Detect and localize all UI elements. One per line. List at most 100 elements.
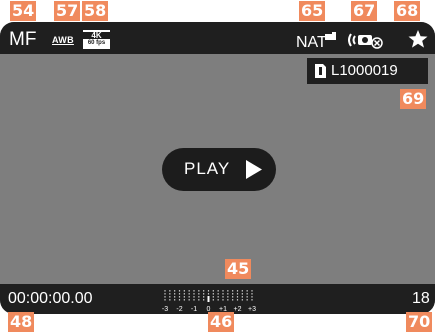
scale-tick	[203, 293, 205, 295]
scale-tick	[227, 290, 229, 292]
scale-tick	[217, 293, 219, 295]
scale-label: +3	[248, 306, 256, 313]
frame-rate-label: 60 fps	[83, 39, 110, 47]
scale-tick	[178, 299, 181, 301]
film-style-icon	[325, 32, 336, 40]
memory-card-slot-icon	[315, 64, 326, 78]
scale-tick	[236, 296, 239, 298]
scale-tick	[169, 293, 171, 295]
scale-tick	[174, 299, 176, 301]
scale-tick	[164, 299, 166, 301]
scale-tick	[193, 296, 195, 298]
play-button[interactable]: PLAY	[162, 148, 276, 191]
scale-tick	[251, 293, 253, 295]
play-triangle-icon	[246, 160, 262, 179]
scale-label: -2	[176, 306, 182, 313]
scale-tick	[178, 290, 181, 292]
file-info-box: L1000019	[307, 58, 428, 84]
scale-tick	[232, 299, 234, 301]
scale-tick	[217, 299, 219, 301]
scale-tick	[217, 296, 219, 298]
video-resolution-indicator: 4K 60 fps	[83, 30, 110, 49]
scale-tick	[217, 290, 219, 292]
exposure-indicator	[207, 296, 210, 302]
scale-tick	[203, 290, 205, 292]
top-status-bar: MF AWB 4K 60 fps NAT	[0, 22, 435, 54]
scale-tick	[198, 299, 200, 301]
scale-tick	[246, 293, 248, 295]
exposure-scale: -3 -2 -1 0 +1 +2 +3	[162, 290, 256, 313]
scale-tick	[232, 290, 234, 292]
film-style-indicator: NAT	[296, 34, 327, 51]
white-balance-indicator: AWB	[52, 35, 74, 45]
scale-tick	[212, 296, 214, 298]
callout-48: 48	[8, 312, 35, 332]
scale-tick	[164, 293, 166, 295]
timecode: 00:00:00.00	[8, 290, 93, 307]
callout-57: 57	[54, 1, 81, 21]
scale-tick	[241, 293, 243, 295]
scale-tick	[227, 296, 229, 298]
scale-tick	[164, 290, 166, 292]
scale-tick	[178, 296, 181, 298]
bottom-status-bar: 00:00:00.00 -3 -2 -1 0 +1 +2 +3 18	[0, 284, 435, 314]
scale-tick	[227, 293, 229, 295]
scale-label: -3	[162, 306, 168, 313]
scale-tick	[251, 296, 253, 298]
scale-tick	[212, 290, 214, 292]
callout-67: 67	[351, 1, 378, 21]
scale-tick	[183, 299, 185, 301]
callout-46: 46	[208, 312, 235, 332]
clip-count: 18	[412, 290, 430, 307]
scale-tick	[246, 290, 248, 292]
callout-54: 54	[10, 1, 37, 21]
scale-tick	[198, 290, 200, 292]
scale-label: +2	[234, 306, 242, 313]
scale-tick	[251, 299, 253, 301]
scale-tick	[232, 296, 234, 298]
scale-tick	[207, 290, 210, 292]
scale-tick	[232, 293, 234, 295]
scale-tick	[198, 296, 200, 298]
scale-tick	[174, 290, 176, 292]
scale-tick	[193, 299, 195, 301]
scale-tick	[212, 293, 214, 295]
callout-58: 58	[82, 1, 109, 21]
scale-tick	[188, 293, 190, 295]
scale-tick	[188, 296, 190, 298]
callout-68: 68	[394, 1, 421, 21]
scale-tick	[246, 296, 248, 298]
scale-tick	[193, 293, 195, 295]
callout-69: 69	[400, 89, 427, 109]
scale-tick	[203, 299, 205, 301]
play-label: PLAY	[184, 159, 231, 178]
scale-tick	[222, 299, 224, 301]
scale-tick	[183, 293, 185, 295]
scale-tick	[193, 290, 195, 292]
scale-tick	[236, 293, 239, 295]
scale-tick	[222, 293, 224, 295]
focus-mode-indicator: MF	[9, 29, 37, 50]
scale-tick	[174, 293, 176, 295]
scale-tick	[188, 290, 190, 292]
scale-tick	[236, 290, 239, 292]
scale-tick	[188, 299, 190, 301]
scale-tick	[246, 299, 248, 301]
callout-45: 45	[225, 259, 252, 279]
callout-65: 65	[299, 1, 326, 21]
scale-tick	[212, 299, 214, 301]
camera-display: MF AWB 4K 60 fps NAT L1000019 PLAY 00:00…	[0, 22, 435, 314]
scale-tick	[227, 299, 229, 301]
scale-tick	[241, 290, 243, 292]
scale-tick	[169, 296, 171, 298]
scale-tick	[183, 290, 185, 292]
scale-tick	[222, 290, 224, 292]
scale-tick	[198, 293, 200, 295]
scale-label: -1	[191, 306, 197, 313]
scale-tick	[169, 299, 171, 301]
scale-tick	[241, 299, 243, 301]
star-icon[interactable]	[408, 29, 428, 49]
scale-tick	[241, 296, 243, 298]
image-stabilization-off-icon	[348, 33, 383, 49]
scale-tick	[203, 296, 205, 298]
